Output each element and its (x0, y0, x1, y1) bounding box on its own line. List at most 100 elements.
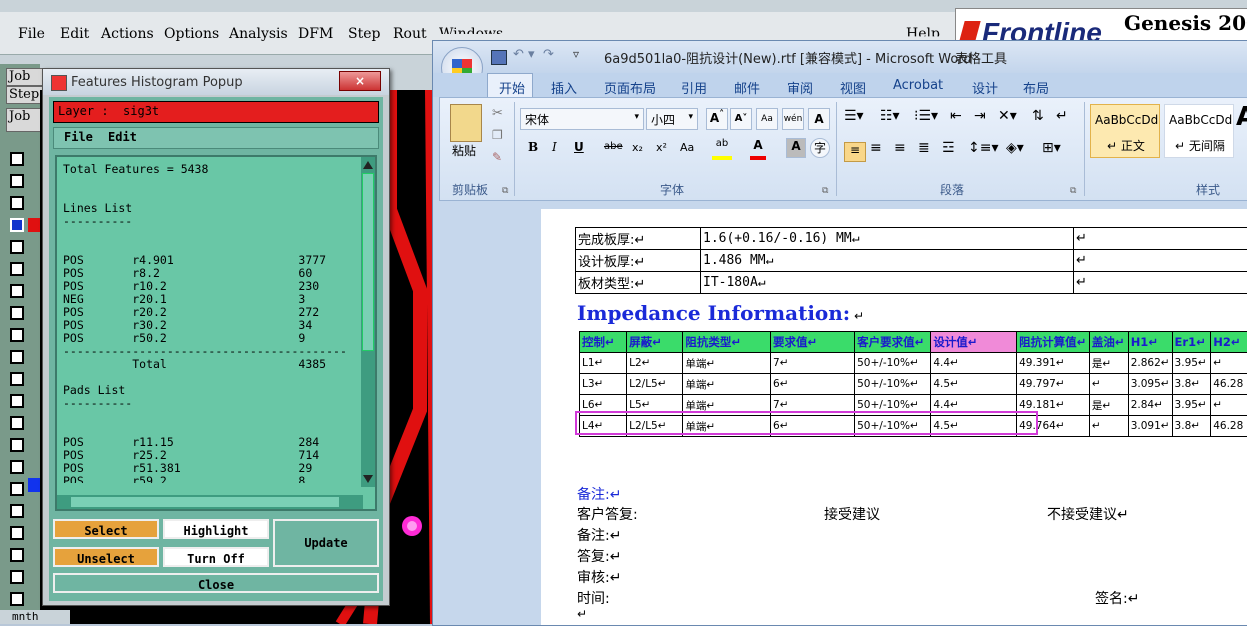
line-spacing-icon[interactable]: ↕≡▾ (968, 140, 999, 156)
layer-checkbox[interactable] (10, 372, 24, 386)
multilevel-list-icon[interactable]: ⁝☰▾ (914, 108, 938, 124)
tab-acrobat[interactable]: Acrobat (893, 78, 943, 93)
bullets-icon[interactable]: ☰▾ (844, 108, 864, 124)
impedance-cell[interactable]: 单端↵ (683, 353, 771, 374)
decrease-indent-icon[interactable]: ⇤ (950, 108, 962, 124)
genesis-menu-step[interactable]: Step (348, 26, 380, 42)
clipboard-launcher-icon[interactable]: ⧉ (502, 186, 508, 196)
qat-customize-icon[interactable]: ▿ (573, 47, 579, 61)
scroll-up-icon[interactable] (363, 161, 373, 169)
layer-checkbox[interactable] (10, 526, 24, 540)
asian-layout-icon[interactable]: ✕▾ (998, 108, 1017, 124)
scroll-thumb[interactable] (362, 173, 374, 351)
popup-titlebar[interactable]: Features Histogram Popup × (43, 69, 389, 95)
bold-icon[interactable]: B (528, 140, 538, 154)
layer-checkbox[interactable] (10, 460, 24, 474)
tab-view[interactable]: 视图 (840, 78, 866, 97)
impedance-cell[interactable]: ↵ (1211, 353, 1247, 374)
clear-format-icon[interactable]: Aa (756, 108, 778, 130)
impedance-cell[interactable]: 7↵ (771, 353, 855, 374)
tab-review[interactable]: 审阅 (787, 78, 813, 97)
style-heading-preview-icon[interactable]: A (1236, 102, 1247, 132)
sort-icon[interactable]: ⇅ (1032, 108, 1044, 124)
numbering-icon[interactable]: ☷▾ (880, 108, 900, 124)
highlight-color-icon[interactable]: ab (712, 138, 732, 160)
genesis-menu-options[interactable]: Options (164, 26, 219, 42)
font-size-select[interactable]: 小四 ▾ (646, 108, 698, 130)
impedance-cell[interactable]: 是↵ (1089, 353, 1128, 374)
hscroll-thumb[interactable] (71, 497, 339, 507)
font-launcher-icon[interactable]: ⧉ (822, 186, 828, 196)
tab-references[interactable]: 引用 (681, 78, 707, 97)
layer-checkbox[interactable] (10, 438, 24, 452)
grow-font-icon[interactable]: A˄ (706, 108, 728, 130)
genesis-menu-rout[interactable]: Rout (393, 26, 427, 42)
strikethrough-icon[interactable]: abe (604, 141, 623, 152)
align-right-icon[interactable]: ≡ (894, 140, 906, 156)
select-button[interactable]: Select (53, 519, 159, 539)
italic-icon[interactable]: I (552, 140, 557, 154)
genesis-menu-dfm[interactable]: DFM (298, 26, 333, 42)
save-icon[interactable] (491, 50, 507, 65)
impedance-cell[interactable]: 50+/-10%↵ (855, 374, 931, 395)
impedance-cell[interactable]: 3.091↵ (1128, 416, 1172, 437)
update-button[interactable]: Update (273, 519, 379, 567)
turn-off-button[interactable]: Turn Off (163, 547, 269, 567)
impedance-cell[interactable]: 3.8↵ (1172, 374, 1211, 395)
tab-page-layout[interactable]: 页面布局 (604, 78, 656, 97)
impedance-cell[interactable]: 49.797↵ (1017, 374, 1090, 395)
superscript-icon[interactable]: x² (656, 141, 667, 154)
vertical-scrollbar[interactable] (361, 157, 375, 487)
layer-checkbox[interactable] (10, 262, 24, 276)
scroll-down-icon[interactable] (363, 475, 373, 483)
paragraph-launcher-icon[interactable]: ⧉ (1070, 186, 1076, 196)
impedance-cell[interactable]: 单端↵ (683, 374, 771, 395)
align-center-icon[interactable]: ≡ (870, 140, 882, 156)
font-name-select[interactable]: 宋体 ▾ (520, 108, 644, 130)
impedance-cell[interactable]: 3.95↵ (1172, 353, 1211, 374)
layer-checkbox[interactable] (10, 394, 24, 408)
subscript-icon[interactable]: x₂ (632, 141, 643, 154)
layer-checkbox[interactable] (10, 328, 24, 342)
impedance-cell[interactable]: 3.095↵ (1128, 374, 1172, 395)
layer-checkbox[interactable] (10, 504, 24, 518)
impedance-cell[interactable]: 46.28 (1211, 374, 1247, 395)
justify-icon[interactable]: ≣ (918, 140, 930, 156)
impedance-cell[interactable]: L2/L5↵ (627, 374, 683, 395)
paste-icon[interactable] (450, 104, 482, 142)
genesis-menu-actions[interactable]: Actions (101, 26, 154, 42)
impedance-cell[interactable]: L3↵ (580, 374, 627, 395)
increase-indent-icon[interactable]: ⇥ (974, 108, 986, 124)
highlight-button[interactable]: Highlight (163, 519, 269, 539)
genesis-menu-file[interactable]: File (18, 26, 45, 42)
show-marks-icon[interactable]: ↵ (1056, 108, 1068, 124)
align-left-icon[interactable]: ≡ (844, 142, 866, 162)
layer-checkbox[interactable] (10, 174, 24, 188)
popup-menu-file[interactable]: File (64, 130, 93, 144)
impedance-cell[interactable]: 2.84↵ (1128, 395, 1172, 416)
shading-icon[interactable]: ◈▾ (1006, 140, 1024, 156)
impedance-cell[interactable]: 2.862↵ (1128, 353, 1172, 374)
enclose-char-icon[interactable]: 字 (810, 138, 830, 158)
impedance-cell[interactable]: 4.4↵ (931, 353, 1017, 374)
change-case-icon[interactable]: Aa (680, 141, 694, 154)
impedance-cell[interactable]: ↵ (1211, 395, 1247, 416)
style-no-spacing[interactable]: AaBbCcDd ↵ 无间隔 (1164, 104, 1234, 158)
style-normal[interactable]: AaBbCcDd ↵ 正文 (1090, 104, 1160, 158)
impedance-cell[interactable]: 4.5↵ (931, 374, 1017, 395)
paste-label[interactable]: 粘贴 (452, 142, 476, 159)
layer-checkbox[interactable] (10, 152, 24, 166)
document-page[interactable]: 完成板厚:↵ 1.6(+0.16/-0.16) MM↵ ↵ 设计板厚:↵ 1.4… (541, 209, 1247, 625)
layer-checkbox[interactable] (10, 416, 24, 430)
tab-mailings[interactable]: 邮件 (734, 78, 760, 97)
tab-design[interactable]: 设计 (972, 78, 998, 97)
shrink-font-icon[interactable]: A˅ (730, 108, 752, 130)
layer-checkbox[interactable] (10, 196, 24, 210)
impedance-cell[interactable]: L1↵ (580, 353, 627, 374)
layer-checkbox[interactable] (10, 570, 24, 584)
genesis-menu-edit[interactable]: Edit (60, 26, 89, 42)
impedance-cell[interactable]: 3.95↵ (1172, 395, 1211, 416)
impedance-cell[interactable]: 50+/-10%↵ (855, 353, 931, 374)
impedance-cell[interactable]: L2↵ (627, 353, 683, 374)
redo-icon[interactable]: ↷ (543, 47, 554, 62)
